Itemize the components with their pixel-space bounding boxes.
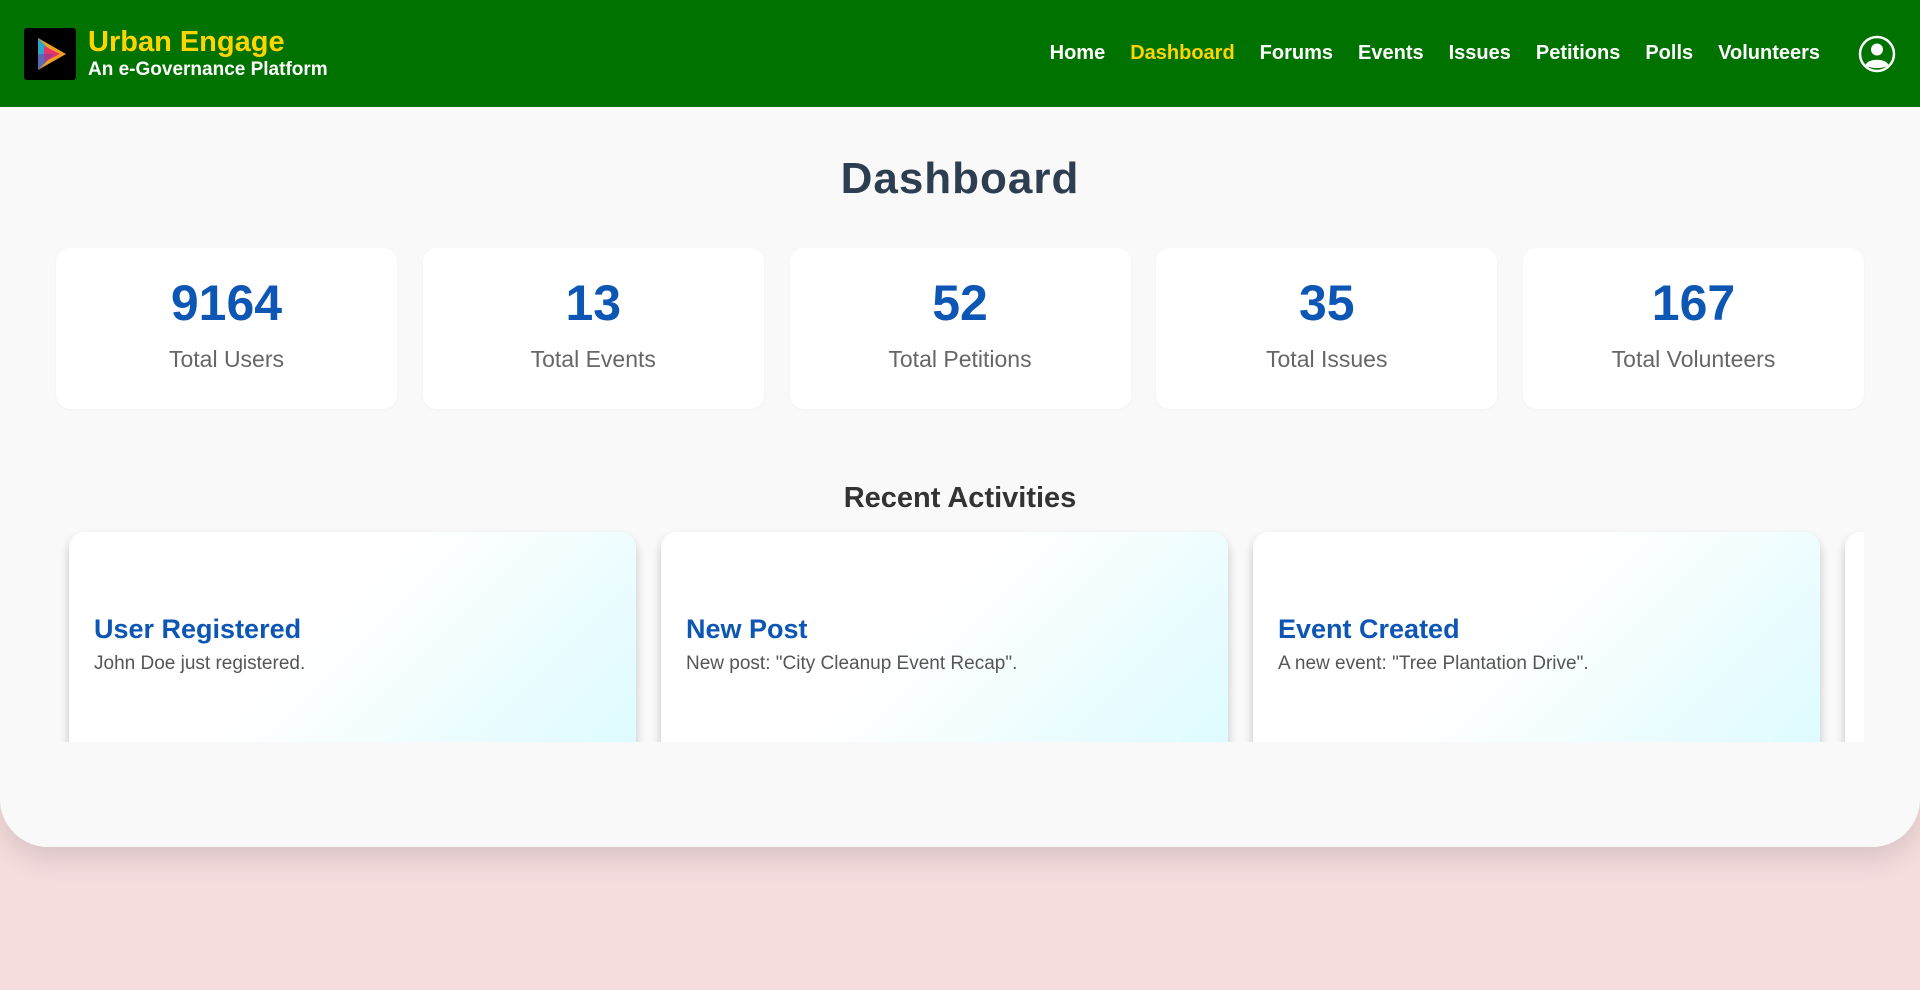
stat-card-issues: 35 Total Issues: [1156, 248, 1498, 409]
stats-row: 9164 Total Users 13 Total Events 52 Tota…: [56, 248, 1864, 409]
recent-activities-title: Recent Activities: [843, 482, 1077, 514]
activity-description: New post: "City Cleanup Event Recap".: [686, 653, 1018, 674]
play-triangle-logo-icon: [24, 27, 76, 80]
stat-card-volunteers: 167 Total Volunteers: [1523, 248, 1864, 409]
brand-title: Urban Engage: [88, 26, 285, 58]
dashboard-panel: Dashboard 9164 Total Users 13 Total Even…: [0, 90, 1920, 847]
nav-dashboard[interactable]: Dashboard: [1130, 42, 1234, 65]
stat-value: 52: [932, 275, 988, 331]
nav-events[interactable]: Events: [1358, 42, 1424, 65]
activity-description: John Doe just registered.: [94, 653, 306, 674]
activities-carousel[interactable]: User Registered John Doe just registered…: [56, 522, 1864, 742]
stat-value: 9164: [170, 275, 283, 331]
activity-title: User Registered: [94, 614, 302, 644]
stat-card-petitions: 52 Total Petitions: [789, 248, 1131, 409]
nav-volunteers[interactable]: Volunteers: [1718, 42, 1820, 65]
stat-card-users: 9164 Total Users: [56, 248, 397, 409]
top-navbar: Urban Engage An e-Governance Platform Ho…: [0, 0, 1920, 107]
activity-description: A new event: "Tree Plantation Drive".: [1278, 653, 1589, 674]
page-title: Dashboard: [840, 154, 1080, 203]
activity-title: Event Created: [1278, 614, 1460, 644]
user-avatar-icon[interactable]: [1858, 35, 1896, 73]
stat-value: 167: [1651, 275, 1736, 331]
activity-card-partial[interactable]: [1845, 532, 1864, 742]
activity-card[interactable]: New Post New post: "City Cleanup Event R…: [661, 532, 1228, 742]
stat-label: Total Volunteers: [1611, 346, 1776, 372]
stat-label: Total Events: [530, 346, 656, 372]
activity-title: New Post: [686, 614, 808, 644]
stat-card-events: 13 Total Events: [422, 248, 764, 409]
brand-subtitle: An e-Governance Platform: [88, 59, 328, 80]
stat-label: Total Issues: [1266, 346, 1388, 372]
brand-text: Urban Engage An e-Governance Platform: [88, 26, 328, 80]
stat-value: 35: [1298, 275, 1355, 331]
nav-right: Home Dashboard Forums Events Issues Peti…: [1025, 35, 1896, 73]
nav-forums[interactable]: Forums: [1260, 42, 1333, 65]
activity-card[interactable]: User Registered John Doe just registered…: [69, 532, 636, 742]
nav-petitions[interactable]: Petitions: [1536, 42, 1620, 65]
activities-track: User Registered John Doe just registered…: [69, 532, 1864, 742]
activity-card[interactable]: Event Created A new event: "Tree Plantat…: [1253, 532, 1820, 742]
nav-issues[interactable]: Issues: [1449, 42, 1511, 65]
brand[interactable]: Urban Engage An e-Governance Platform: [24, 26, 328, 80]
nav-home[interactable]: Home: [1050, 42, 1106, 65]
main-nav: Home Dashboard Forums Events Issues Peti…: [1025, 42, 1820, 65]
nav-polls[interactable]: Polls: [1645, 42, 1693, 65]
stat-label: Total Users: [168, 346, 285, 372]
stat-value: 13: [565, 275, 622, 331]
stat-label: Total Petitions: [888, 346, 1032, 372]
